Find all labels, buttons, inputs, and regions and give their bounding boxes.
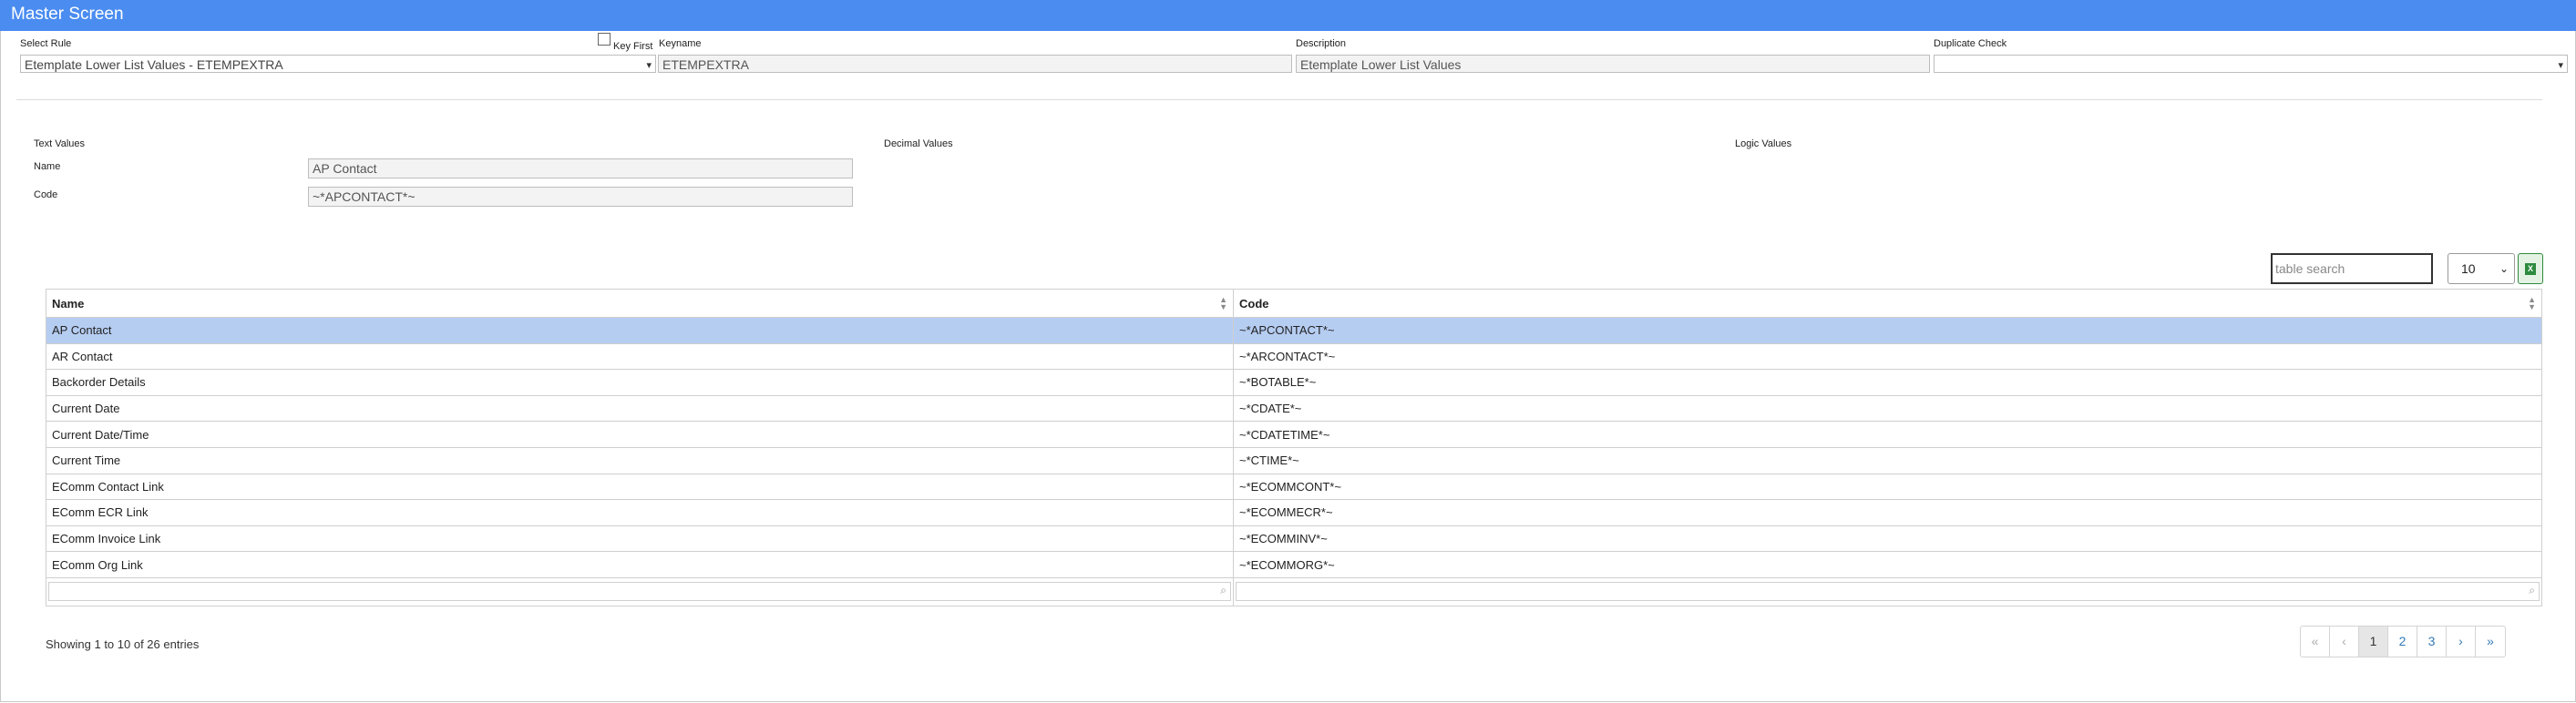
cell-name: Current Date/Time (46, 421, 1234, 448)
table-row[interactable]: EComm ECR Link ~*ECOMMECR*~ (46, 499, 2542, 526)
sort-icon: ▲ ▼ (2528, 295, 2536, 311)
cell-name: AR Contact (46, 342, 1234, 371)
key-first-checkbox[interactable] (598, 33, 611, 46)
duplicate-check-dropdown[interactable]: ▾ (1934, 55, 2568, 73)
cell-name: AP Contact (46, 317, 1234, 344)
table-row[interactable]: Current Date ~*CDATE*~ (46, 394, 2542, 423)
table-row[interactable]: EComm Contact Link ~*ECOMMCONT*~ (46, 473, 2542, 501)
table-row[interactable]: EComm Invoice Link ~*ECOMMINV*~ (46, 525, 2542, 553)
description-field[interactable]: Etemplate Lower List Values (1296, 55, 1930, 73)
cell-name: EComm Org Link (46, 551, 1234, 578)
name-label: Name (34, 161, 61, 172)
search-icon: ⌕ (1220, 584, 1226, 597)
cell-code: ~*CTIME*~ (1233, 446, 2542, 474)
table-row[interactable]: Backorder Details ~*BOTABLE*~ (46, 369, 2542, 396)
column-header-label: Code (1239, 296, 1269, 311)
name-filter-input[interactable]: ⌕ (48, 582, 1231, 602)
table-search-input[interactable]: table search (2271, 253, 2433, 284)
cell-code: ~*ECOMMORG*~ (1233, 551, 2542, 578)
divider (16, 99, 2542, 100)
code-field[interactable]: ~*APCONTACT*~ (308, 187, 853, 207)
filter-cell: ⌕ (1233, 576, 2542, 606)
table-row[interactable]: EComm Org Link ~*ECOMMORG*~ (46, 551, 2542, 578)
cell-code: ~*APCONTACT*~ (1233, 317, 2542, 344)
sort-icon: ▲ ▼ (1219, 295, 1227, 311)
decimal-values-heading: Decimal Values (884, 138, 953, 149)
next-page-button[interactable]: › (2447, 627, 2476, 657)
code-filter-input[interactable]: ⌕ (1236, 582, 2540, 602)
table-info: Showing 1 to 10 of 26 entries (46, 637, 200, 651)
window-title: Master Screen (11, 5, 124, 24)
cell-code: ~*ECOMMECR*~ (1233, 499, 2542, 526)
select-rule-value: Etemplate Lower List Values - ETEMPEXTRA (25, 57, 283, 72)
cell-name: Current Date (46, 394, 1234, 423)
filter-row: ⌕ ⌕ (46, 576, 2542, 606)
page-2-button[interactable]: 2 (2388, 627, 2417, 657)
column-header-code[interactable]: Code ▲ ▼ (1233, 289, 2542, 318)
logic-values-heading: Logic Values (1735, 138, 1792, 149)
column-header-label: Name (52, 296, 85, 311)
title-bar: Master Screen (0, 0, 2576, 31)
cell-code: ~*CDATE*~ (1233, 394, 2542, 423)
page-1-button[interactable]: 1 (2359, 627, 2388, 657)
page-3-button[interactable]: 3 (2417, 627, 2447, 657)
table-row[interactable]: Current Date/Time ~*CDATETIME*~ (46, 421, 2542, 448)
duplicate-check-label: Duplicate Check (1934, 38, 2007, 49)
prev-page-button[interactable]: ‹ (2330, 627, 2359, 657)
code-label: Code (34, 189, 58, 200)
chevron-down-icon: ▾ (646, 60, 652, 71)
cell-code: ~*ECOMMINV*~ (1233, 525, 2542, 553)
table-row[interactable]: AR Contact ~*ARCONTACT*~ (46, 342, 2542, 371)
cell-name: EComm ECR Link (46, 499, 1234, 526)
filter-cell: ⌕ (46, 576, 1234, 606)
chevron-down-icon: ▾ (2558, 60, 2563, 71)
cell-name: Current Time (46, 446, 1234, 474)
select-rule-label: Select Rule (20, 38, 72, 49)
keyname-field[interactable]: ETEMPEXTRA (658, 55, 1292, 73)
table-row[interactable]: Current Time ~*CTIME*~ (46, 446, 2542, 474)
keyname-label: Keyname (659, 38, 702, 49)
cell-code: ~*ARCONTACT*~ (1233, 342, 2542, 371)
page-length-value: 10 (2461, 261, 2476, 276)
cell-code: ~*BOTABLE*~ (1233, 369, 2542, 396)
cell-code: ~*ECOMMCONT*~ (1233, 473, 2542, 501)
first-page-button[interactable]: « (2301, 627, 2330, 657)
pagination: « ‹ 1 2 3 › » (2300, 626, 2506, 657)
column-header-name[interactable]: Name ▲ ▼ (46, 289, 1234, 318)
select-rule-dropdown[interactable]: Etemplate Lower List Values - ETEMPEXTRA… (20, 55, 656, 73)
text-values-heading: Text Values (34, 138, 86, 149)
cell-name: Backorder Details (46, 369, 1234, 396)
excel-export-button[interactable]: X (2518, 253, 2543, 284)
values-table: Name ▲ ▼ Code ▲ ▼ AP Contact ~*APCONTACT*~ AR… (46, 289, 2542, 606)
page-length-select[interactable]: 10 ⌄ (2448, 253, 2515, 284)
cell-code: ~*CDATETIME*~ (1233, 421, 2542, 448)
name-field[interactable]: AP Contact (308, 158, 853, 178)
excel-icon: X (2525, 263, 2536, 275)
table-row[interactable]: AP Contact ~*APCONTACT*~ (46, 317, 2542, 344)
cell-name: EComm Invoice Link (46, 525, 1234, 553)
chevron-down-icon: ⌄ (2499, 262, 2509, 275)
key-first-label: Key First (613, 41, 653, 52)
description-label: Description (1296, 38, 1347, 49)
search-icon: ⌕ (2529, 584, 2535, 597)
last-page-button[interactable]: » (2476, 627, 2505, 657)
cell-name: EComm Contact Link (46, 473, 1234, 501)
